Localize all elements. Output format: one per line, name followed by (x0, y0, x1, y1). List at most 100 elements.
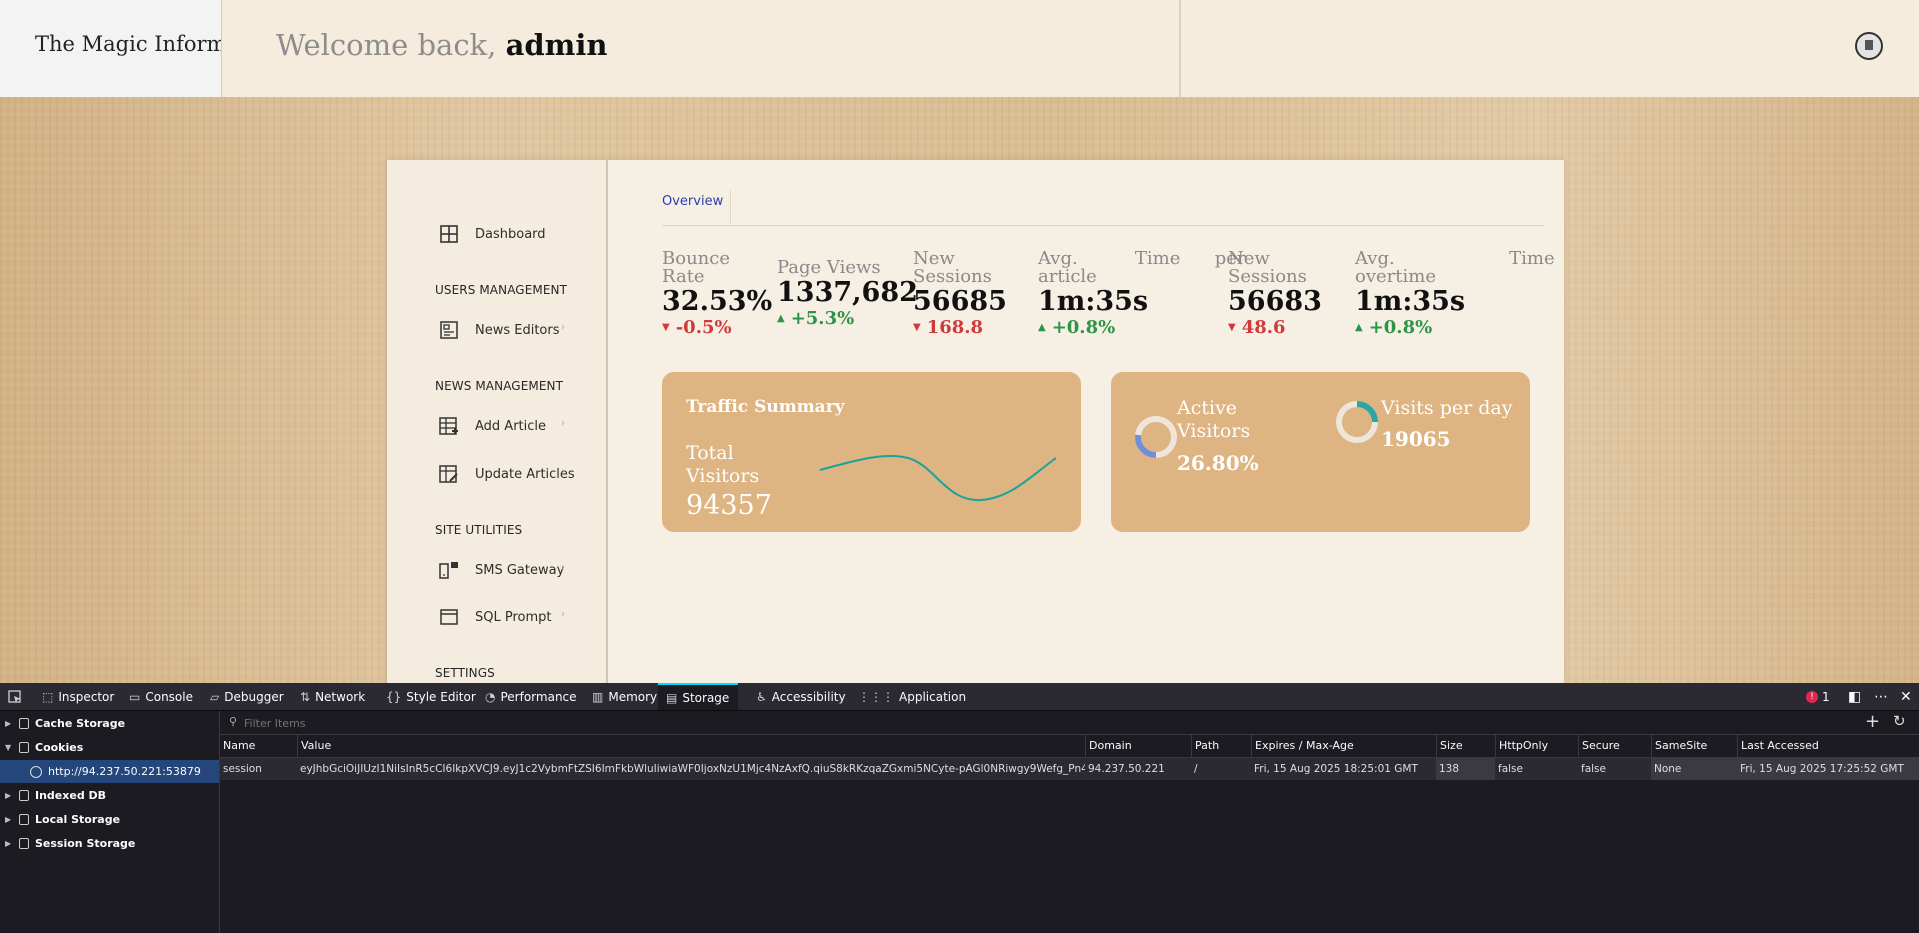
column-header-last-accessed[interactable]: Last Accessed (1737, 735, 1919, 757)
tab-storage[interactable]: ▤ Storage (658, 683, 738, 710)
sidebar-item-sql-prompt[interactable]: SQL Prompt › (439, 605, 589, 629)
chevron-right-icon: › (561, 609, 565, 620)
stat-value: 32.53% (662, 286, 773, 317)
cookie-path[interactable]: / (1191, 758, 1251, 780)
column-header-httponly[interactable]: HttpOnly (1495, 735, 1578, 757)
refresh-icon[interactable]: ↻ (1893, 712, 1906, 730)
tree-cache-storage[interactable]: ▶ Cache Storage (0, 712, 219, 735)
tab-style-editor[interactable]: {} Style Editor (386, 683, 476, 710)
active-visitors-label-line2: Visitors (1177, 420, 1251, 442)
database-icon (19, 742, 29, 753)
stat-change: ▲ +0.8% (1038, 317, 1246, 338)
stat-change: ▲ +5.3% (777, 308, 918, 329)
chevron-right-icon: › (561, 466, 565, 477)
error-indicator[interactable]: ! 1 (1806, 683, 1830, 710)
site-title[interactable]: The Magic Information (35, 32, 221, 56)
cookie-secure[interactable]: false (1578, 758, 1651, 780)
tab-memory[interactable]: ▥ Memory (592, 683, 657, 710)
column-header-value[interactable]: Value (297, 735, 1163, 757)
error-icon: ! (1806, 690, 1818, 703)
debugger-icon: ▱ (210, 689, 220, 704)
tab-performance-label: Performance (500, 689, 577, 704)
column-header-name[interactable]: Name (220, 735, 297, 757)
editor-icon (439, 320, 459, 340)
tab-network[interactable]: ⇅ Network (300, 683, 365, 710)
tab-overview[interactable]: Overview (662, 194, 723, 219)
traffic-summary-title: Traffic Summary (686, 397, 845, 417)
tab-debugger[interactable]: ▱ Debugger (210, 683, 284, 710)
sidebar-item-add-article[interactable]: Add Article › (439, 414, 589, 438)
tree-cookies[interactable]: ▼ Cookies (0, 736, 219, 759)
stat-label: Sessions (1228, 266, 1307, 287)
sidebar-item-update-articles[interactable]: Update Articles › (439, 462, 589, 486)
cookie-expires[interactable]: Fri, 15 Aug 2025 18:25:01 GMT (1251, 758, 1436, 780)
globe-icon (30, 765, 42, 778)
tree-label: Cache Storage (35, 717, 126, 730)
cookie-size[interactable]: 138 (1436, 758, 1495, 780)
devtools-panel: ⬚ Inspector ▭ Console ▱ Debugger ⇅ Network {… (0, 683, 1919, 933)
console-icon: ▭ (129, 689, 141, 704)
sidebar-item-dashboard[interactable]: Dashboard (439, 222, 589, 246)
element-picker-icon[interactable] (8, 683, 22, 710)
dock-side-icon[interactable]: ◧ (1848, 683, 1861, 710)
more-options-icon[interactable]: ⋯ (1874, 683, 1888, 710)
stat-value: 56683 (1228, 286, 1322, 317)
database-icon (19, 790, 29, 801)
stat-new-sessions-2: New Sessions 56683 ▼ 48.6 (1228, 250, 1322, 339)
tab-console[interactable]: ▭ Console (129, 683, 193, 710)
table-row[interactable]: session eyJhbGciOiJIUzI1NiIsInR5cCI6IkpX… (220, 758, 1919, 780)
memory-icon: ▥ (592, 689, 604, 704)
stat-label: Page Views (777, 257, 881, 278)
stat-change-value: +0.8% (1051, 317, 1116, 338)
tab-accessibility[interactable]: ♿ Accessibility (756, 683, 846, 710)
visits-per-day-label: Visits per day (1381, 397, 1513, 419)
phone-message-icon (439, 560, 459, 580)
site-utilities-heading: SITE UTILITIES (435, 523, 523, 537)
ring-fill (1356, 401, 1378, 423)
tab-application[interactable]: ⋮⋮⋮ Application (858, 683, 966, 710)
chevron-right-icon: › (561, 322, 565, 333)
cookie-last-accessed[interactable]: Fri, 15 Aug 2025 17:25:52 GMT (1737, 758, 1919, 780)
close-icon[interactable]: ✕ (1900, 683, 1912, 710)
stat-change-value: -0.5% (675, 317, 732, 338)
tree-indexed-db[interactable]: ▶ Indexed DB (0, 784, 219, 807)
tree-session-storage[interactable]: ▶ Session Storage (0, 832, 219, 855)
cookie-name[interactable]: session (220, 758, 297, 780)
stat-change: ▼ 48.6 (1228, 317, 1322, 338)
storage-tree: ▶ Cache Storage ▼ Cookies http://94.237.50… (0, 711, 220, 933)
tab-console-label: Console (145, 689, 193, 704)
tree-cookie-host[interactable]: http://94.237.50.221:53879 (0, 760, 219, 783)
stat-label: Sessions (913, 266, 992, 287)
table-add-icon (439, 416, 459, 436)
devtools-toolbar: ⬚ Inspector ▭ Console ▱ Debugger ⇅ Network {… (0, 683, 1919, 711)
column-header-samesite[interactable]: SameSite (1651, 735, 1737, 757)
cookie-value[interactable]: eyJhbGciOiJIUzI1NiIsInR5cCI6IkpXVCJ9.eyJ… (297, 758, 1085, 780)
stat-avg-time-article: Avg. Time per article 1m:35s ▲ +0.8% (1038, 250, 1246, 339)
stat-change: ▼ 168.8 (913, 317, 1007, 338)
tree-local-storage[interactable]: ▶ Local Storage (0, 808, 219, 831)
cookie-samesite[interactable]: None (1651, 758, 1737, 780)
column-header-secure[interactable]: Secure (1578, 735, 1651, 757)
column-header-size[interactable]: Size (1436, 735, 1495, 757)
sidebar-item-sms-gateway[interactable]: SMS Gateway › (439, 558, 589, 582)
tab-inspector[interactable]: ⬚ Inspector (42, 683, 114, 710)
avatar[interactable] (1855, 32, 1883, 60)
total-visitors-label-line2: Visitors (686, 465, 760, 487)
tab-performance[interactable]: ◔ Performance (485, 683, 577, 710)
tab-storage-label: Storage (682, 690, 730, 705)
add-item-icon[interactable]: + (1865, 711, 1880, 732)
stat-change-value: 168.8 (926, 317, 984, 338)
stat-value: 1337,682 (777, 277, 918, 308)
column-header-path[interactable]: Path (1191, 735, 1251, 757)
column-header-expires[interactable]: Expires / Max-Age (1251, 735, 1436, 757)
apps-grid-icon: ⋮⋮⋮ (858, 689, 894, 704)
filter-input[interactable] (242, 713, 1746, 733)
dashboard-card: Dashboard USERS MANAGEMENT News Editors … (387, 160, 1564, 683)
cookie-httponly[interactable]: false (1495, 758, 1578, 780)
sidebar-item-news-editors[interactable]: News Editors › (439, 318, 589, 342)
cookie-domain[interactable]: 94.237.50.221 (1085, 758, 1191, 780)
tab-debugger-label: Debugger (224, 689, 284, 704)
tab-style-editor-label: Style Editor (406, 689, 476, 704)
username: admin (505, 28, 608, 62)
column-header-domain[interactable]: Domain (1085, 735, 1191, 757)
